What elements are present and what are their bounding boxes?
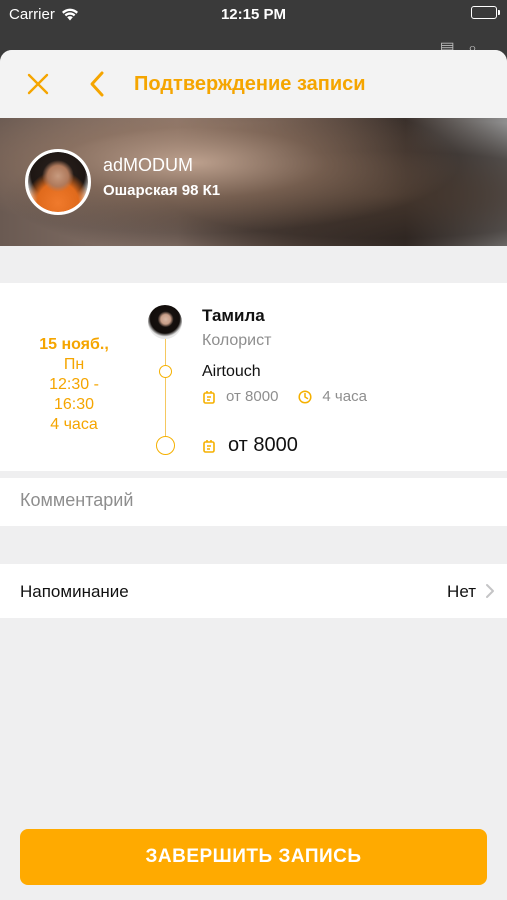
reminder-value: Нет — [447, 582, 476, 601]
timeline-total-dot — [156, 436, 175, 455]
reminder-row[interactable]: Напоминание Нет — [0, 564, 507, 618]
master-role: Колорист — [202, 332, 272, 349]
service-name: Airtouch — [202, 363, 261, 380]
salon-avatar — [25, 149, 91, 215]
service-price: от 8000 — [226, 388, 279, 405]
price-tag-icon — [203, 439, 215, 453]
chevron-right-icon — [486, 584, 494, 598]
total-price: от 8000 — [202, 434, 298, 457]
appointment-weekday: Пн — [63, 356, 85, 373]
service-meta: от 8000 4 часа — [202, 388, 367, 405]
clock-icon — [298, 389, 312, 404]
timeline-service-dot — [159, 365, 172, 378]
appointment-date: 15 нояб., — [39, 336, 109, 353]
appointment-duration: 4 часа — [50, 416, 98, 433]
salon-name: adMODUM — [103, 155, 194, 175]
reminder-label: Напоминание — [20, 582, 129, 601]
page-title: Подтверждение записи — [134, 73, 366, 95]
comment-row — [0, 478, 507, 526]
appointment-time-end: 16:30 — [53, 396, 95, 413]
timeline-line — [165, 337, 166, 437]
appointment-time-start: 12:30 - — [49, 376, 99, 393]
total-price-value: от 8000 — [228, 434, 298, 456]
service-duration: 4 часа — [322, 388, 367, 405]
price-tag-icon — [203, 390, 215, 404]
battery-icon — [471, 6, 500, 19]
status-bar: Carrier 12:15 PM — [0, 0, 507, 30]
back-chevron-icon[interactable] — [88, 70, 106, 98]
nav-bar: Подтверждение записи — [0, 50, 507, 118]
booking-confirmation-sheet: Подтверждение записи adMODUM Ошарская 98… — [0, 50, 507, 900]
appointment-card: 15 нояб., Пн 12:30 - 16:30 4 часа Тамила… — [0, 283, 507, 471]
comment-input[interactable] — [20, 490, 480, 511]
close-icon[interactable] — [26, 72, 50, 96]
salon-banner: adMODUM Ошарская 98 К1 — [0, 118, 507, 246]
appointment-datetime: 15 нояб., Пн 12:30 - 16:30 4 часа — [18, 335, 130, 435]
salon-address: Ошарская 98 К1 — [103, 182, 221, 199]
complete-booking-button[interactable]: ЗАВЕРШИТЬ ЗАПИСЬ — [20, 829, 487, 885]
status-time: 12:15 PM — [220, 6, 287, 23]
master-avatar — [148, 305, 182, 339]
master-name: Тамила — [202, 306, 265, 325]
